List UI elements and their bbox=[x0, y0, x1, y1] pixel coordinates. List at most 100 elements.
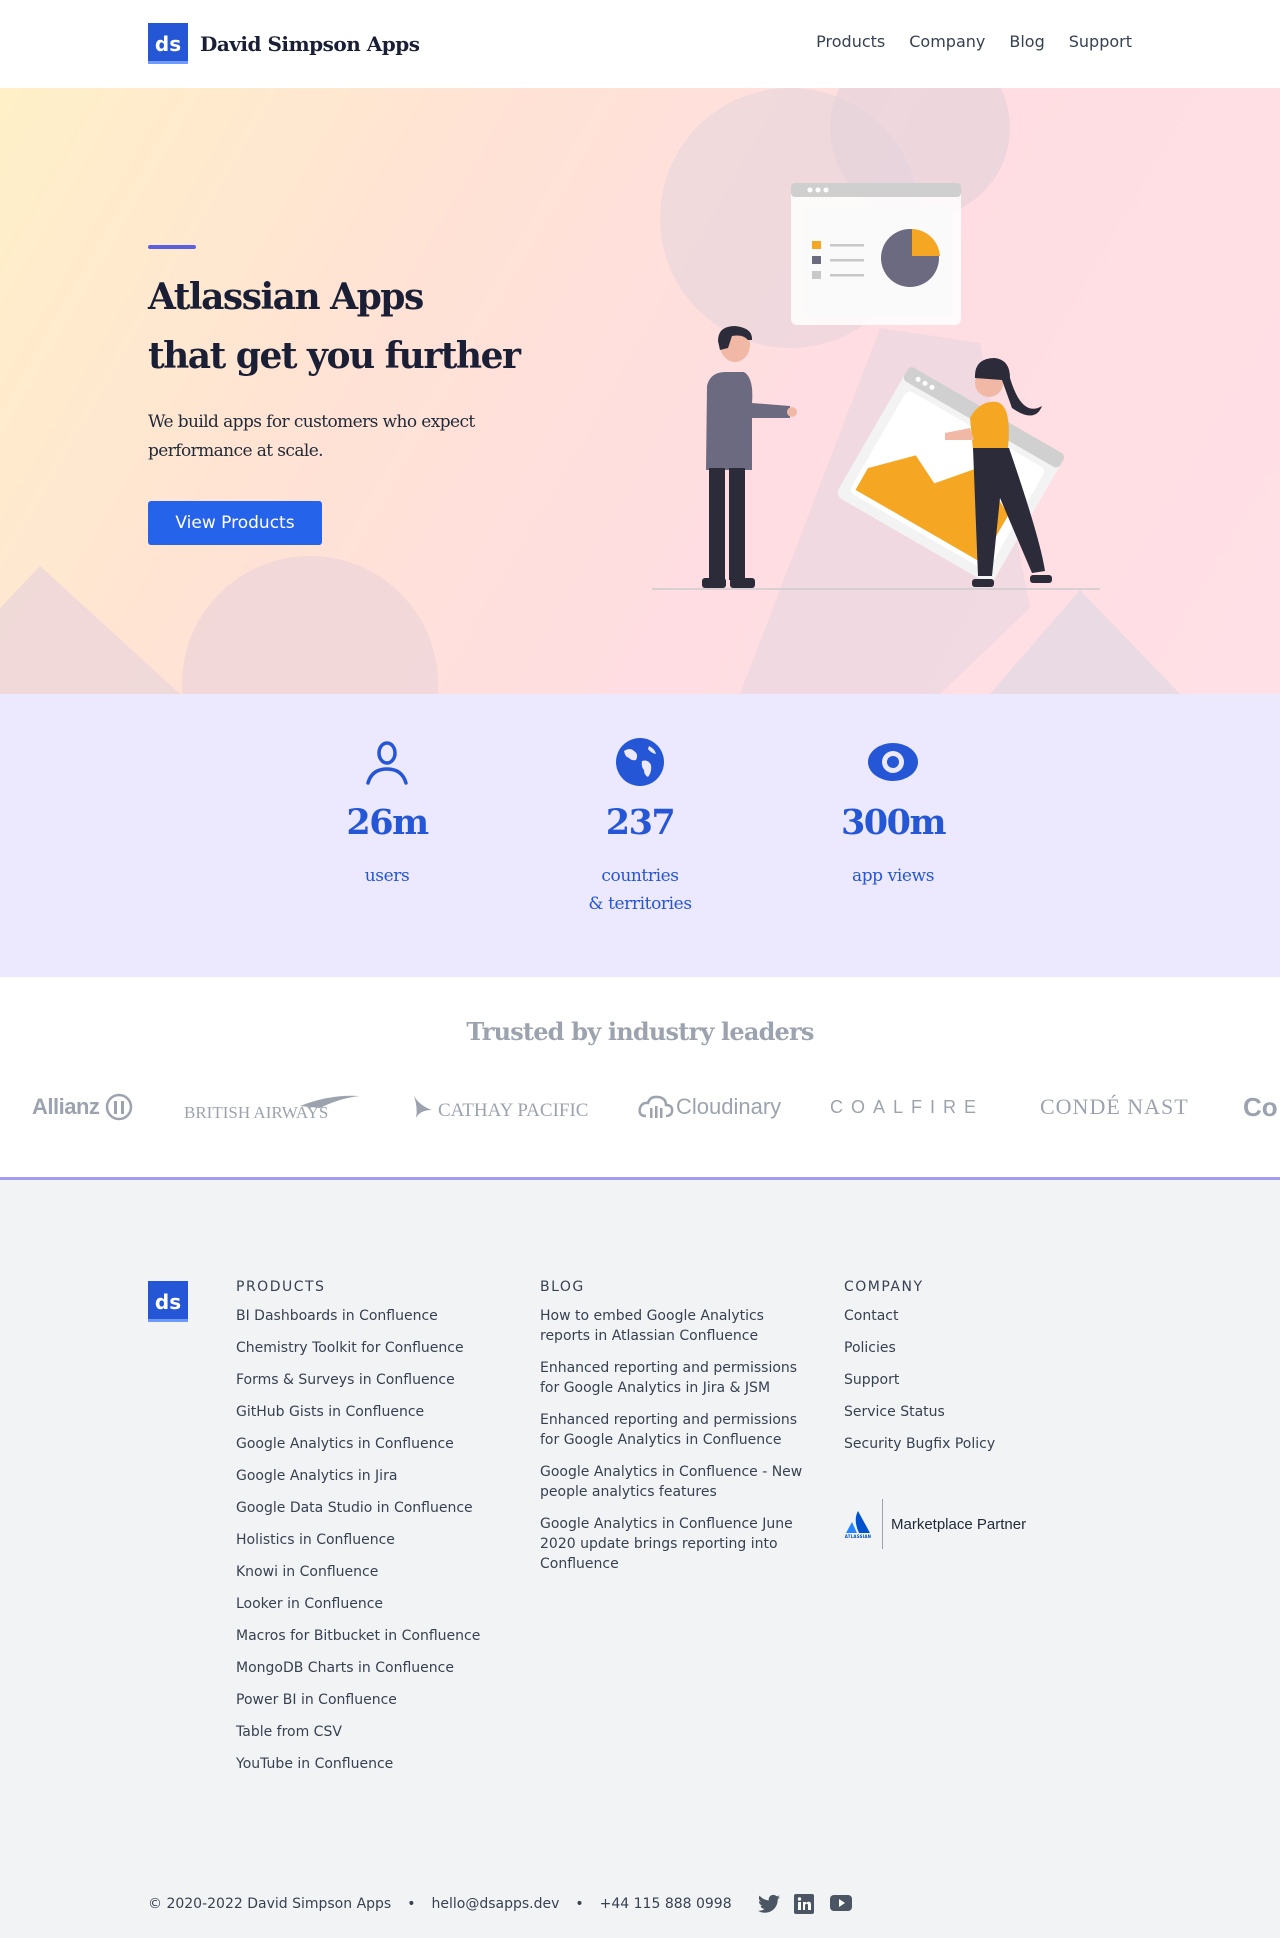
partial-logo: Co bbox=[1243, 1087, 1278, 1127]
coalfire-logo: COALFIRE bbox=[830, 1087, 984, 1127]
footer-product-link[interactable]: Google Analytics in Jira bbox=[236, 1468, 397, 1484]
footer-product-item: Holistics in Confluence bbox=[236, 1530, 480, 1550]
dashboard-card-illustration bbox=[791, 183, 961, 325]
allianz-emblem-icon bbox=[106, 1093, 133, 1121]
marketplace-partner-label: Marketplace Partner bbox=[891, 1515, 1027, 1533]
footer-product-link[interactable]: Knowi in Confluence bbox=[236, 1564, 378, 1580]
footer-logo-text: ds bbox=[154, 1289, 182, 1314]
footer-product-item: Table from CSV bbox=[236, 1722, 480, 1742]
nav-products[interactable]: Products bbox=[816, 32, 885, 51]
nav-company[interactable]: Company bbox=[909, 32, 985, 51]
footer-product-link[interactable]: Chemistry Toolkit for Confluence bbox=[236, 1340, 464, 1356]
site-header: ds David Simpson Apps Products Company B… bbox=[0, 0, 1280, 88]
footer-company-link[interactable]: Policies bbox=[844, 1340, 896, 1356]
footer-product-item: Chemistry Toolkit for Confluence bbox=[236, 1338, 480, 1358]
footer-blog-link[interactable]: Google Analytics in Confluence - New peo… bbox=[540, 1464, 802, 1500]
footer-product-link[interactable]: GitHub Gists in Confluence bbox=[236, 1404, 424, 1420]
brand-link[interactable]: ds David Simpson Apps bbox=[148, 23, 420, 64]
british-airways-ribbon-icon bbox=[300, 1095, 361, 1108]
footer-company-item: Support bbox=[844, 1370, 995, 1390]
stat-countries-label-line1: countries bbox=[601, 866, 679, 886]
cathay-pacific-logo-text: CATHAY PACIFIC bbox=[438, 1100, 589, 1121]
footer-company-item: Security Bugfix Policy bbox=[844, 1434, 995, 1454]
cathay-pacific-brushwing-icon bbox=[414, 1096, 432, 1118]
footer-product-link[interactable]: Forms & Surveys in Confluence bbox=[236, 1372, 455, 1388]
social-links bbox=[757, 1894, 852, 1914]
hero-subtitle: We build apps for customers who expect p… bbox=[148, 412, 475, 461]
footer-products-column: PRODUCTS BI Dashboards in Confluence Chem… bbox=[236, 1279, 480, 1786]
footer-product-item: Google Data Studio in Confluence bbox=[236, 1498, 480, 1518]
atlassian-logo-text: ATLASSIAN bbox=[844, 1533, 872, 1539]
view-products-button[interactable]: View Products bbox=[148, 501, 322, 545]
hero-illustration bbox=[652, 183, 1100, 590]
footer-product-link[interactable]: Google Analytics in Confluence bbox=[236, 1436, 454, 1452]
footer-blog-link[interactable]: Enhanced reporting and permissions for G… bbox=[540, 1412, 797, 1448]
footer-company-item: Contact bbox=[844, 1306, 995, 1326]
marketplace-partner-badge[interactable]: ATLASSIAN Marketplace Partner bbox=[844, 1499, 1026, 1549]
footer-company-link[interactable]: Security Bugfix Policy bbox=[844, 1436, 995, 1452]
footer-product-item: YouTube in Confluence bbox=[236, 1754, 480, 1774]
hero-title: Atlassian Apps that get you further bbox=[148, 268, 568, 386]
footer-company-list: Contact Policies Support Service Status Secu… bbox=[844, 1306, 995, 1454]
atlassian-logo: ATLASSIAN bbox=[844, 1510, 872, 1539]
man-illustration bbox=[702, 326, 797, 588]
hero-accent-line bbox=[148, 245, 196, 249]
footer-product-link[interactable]: Holistics in Confluence bbox=[236, 1532, 395, 1548]
footer-company-heading: COMPANY bbox=[844, 1279, 924, 1295]
stats-section: 26m users 237 countries & territories 30… bbox=[0, 694, 1280, 977]
brand-name: David Simpson Apps bbox=[200, 31, 420, 56]
youtube-icon[interactable] bbox=[829, 1894, 852, 1914]
footer-company-item: Policies bbox=[844, 1338, 995, 1358]
eye-icon bbox=[868, 743, 918, 781]
nav-support[interactable]: Support bbox=[1069, 32, 1132, 51]
footer-blog-heading: BLOG bbox=[540, 1279, 585, 1295]
footer-product-link[interactable]: YouTube in Confluence bbox=[236, 1756, 393, 1772]
cloudinary-cloud-icon bbox=[638, 1095, 674, 1118]
footer-product-link[interactable]: Macros for Bitbucket in Confluence bbox=[236, 1628, 480, 1644]
footer-company-link[interactable]: Support bbox=[844, 1372, 899, 1388]
footer-blog-item: Google Analytics in Confluence - New peo… bbox=[540, 1462, 810, 1502]
phone-link[interactable]: +44 115 888 0998 bbox=[600, 1896, 732, 1912]
footer-blog-link[interactable]: How to embed Google Analytics reports in… bbox=[540, 1308, 764, 1344]
cloudinary-logo-text: Cloudinary bbox=[676, 1094, 782, 1119]
coalfire-logo-text: COALFIRE bbox=[830, 1096, 985, 1117]
linkedin-icon[interactable] bbox=[793, 1894, 816, 1914]
stat-app-views-value: 300m bbox=[840, 802, 947, 843]
footer-blog-link[interactable]: Google Analytics in Confluence June 2020… bbox=[540, 1516, 793, 1572]
conde-nast-logo: CONDÉ NAST bbox=[1040, 1087, 1189, 1127]
footer-product-link[interactable]: BI Dashboards in Confluence bbox=[236, 1308, 438, 1324]
trusted-title: Trusted by industry leaders bbox=[466, 1017, 814, 1046]
footer-product-link[interactable]: Looker in Confluence bbox=[236, 1596, 383, 1612]
footer-bottom-bar: © 2020-2022 David Simpson Apps • hello@d… bbox=[148, 1894, 852, 1914]
footer-product-link[interactable]: Google Data Studio in Confluence bbox=[236, 1500, 473, 1516]
stat-countries-value: 237 bbox=[605, 802, 676, 843]
stat-users-value: 26m bbox=[346, 802, 429, 843]
footer-blog-list: How to embed Google Analytics reports in… bbox=[540, 1306, 810, 1574]
main-nav: Products Company Blog Support bbox=[816, 32, 1132, 51]
footer-product-link[interactable]: Table from CSV bbox=[236, 1724, 342, 1740]
footer-product-link[interactable]: Power BI in Confluence bbox=[236, 1692, 397, 1708]
email-link[interactable]: hello@dsapps.dev bbox=[431, 1896, 559, 1912]
footer-ds-logo-icon[interactable]: ds bbox=[148, 1281, 188, 1322]
logo-text: ds bbox=[154, 31, 182, 56]
partial-logo-text: Co bbox=[1243, 1091, 1278, 1122]
footer-blog-link[interactable]: Enhanced reporting and permissions for G… bbox=[540, 1360, 797, 1396]
footer-products-heading: PRODUCTS bbox=[236, 1279, 326, 1295]
stat-users-label-line1: users bbox=[364, 866, 410, 886]
nav-blog[interactable]: Blog bbox=[1009, 32, 1044, 51]
footer-blog-item: Enhanced reporting and permissions for G… bbox=[540, 1358, 810, 1398]
footer-products-list: BI Dashboards in Confluence Chemistry Too… bbox=[236, 1306, 480, 1774]
footer-product-link[interactable]: MongoDB Charts in Confluence bbox=[236, 1660, 454, 1676]
separator-dot: • bbox=[407, 1896, 416, 1912]
hero-title-line2: that get you further bbox=[148, 335, 521, 377]
hero-title-line1: Atlassian Apps bbox=[148, 276, 424, 318]
marketplace-divider bbox=[882, 1499, 883, 1549]
footer-company-link[interactable]: Service Status bbox=[844, 1404, 945, 1420]
allianz-logo-text: Allianz bbox=[32, 1094, 100, 1119]
ds-logo-icon: ds bbox=[148, 23, 188, 64]
stat-countries-label: countries & territories bbox=[560, 862, 720, 918]
twitter-icon[interactable] bbox=[757, 1894, 780, 1914]
stat-app-views-label: app views bbox=[813, 862, 973, 890]
footer-company-item: Service Status bbox=[844, 1402, 995, 1422]
footer-company-link[interactable]: Contact bbox=[844, 1308, 898, 1324]
